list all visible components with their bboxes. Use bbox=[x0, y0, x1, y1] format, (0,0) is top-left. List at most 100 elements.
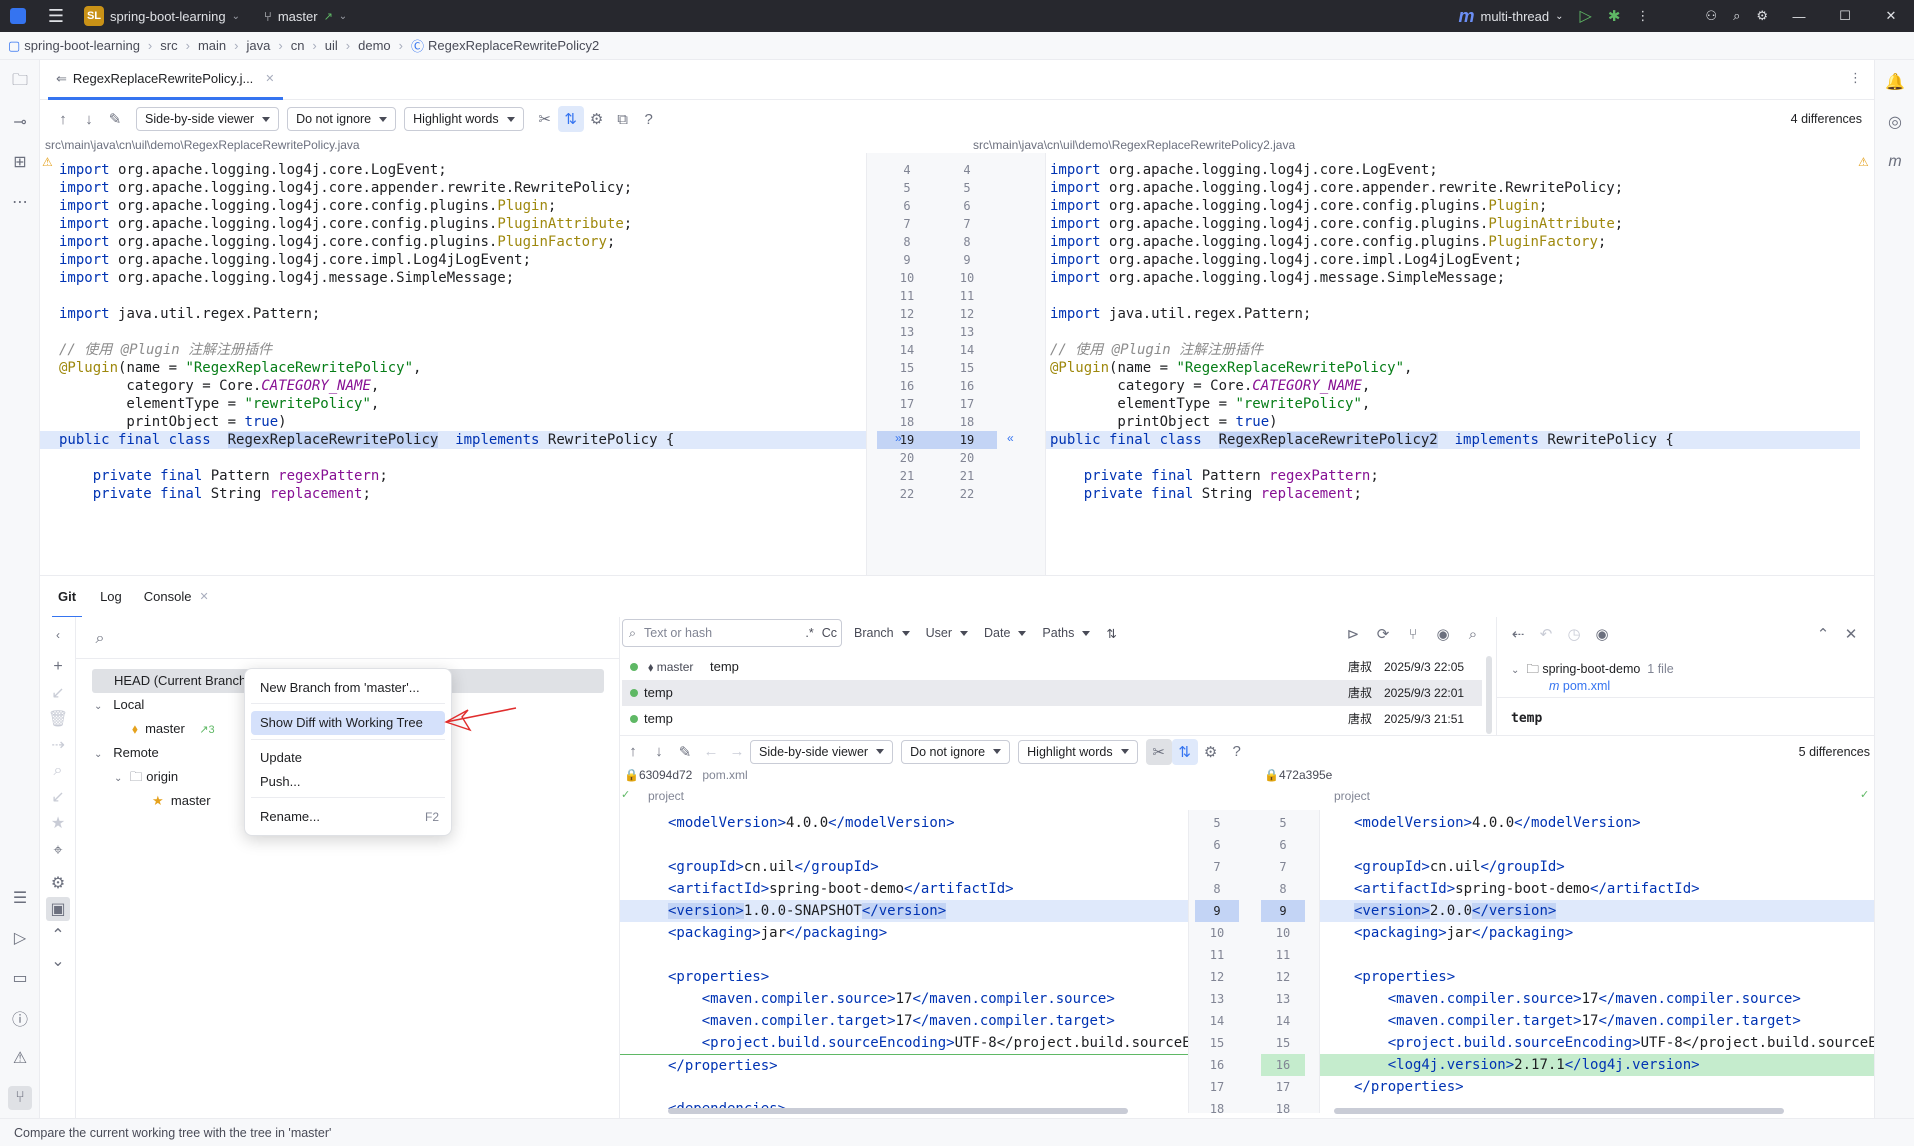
project-selector[interactable]: SL spring-boot-learning ⌄ bbox=[76, 0, 248, 32]
edit-source-icon[interactable]: ✎ bbox=[102, 106, 128, 132]
expand-all-icon[interactable]: ⌃ bbox=[46, 923, 70, 947]
menu-item-push[interactable]: Push... bbox=[251, 770, 445, 794]
log-search-input[interactable]: Text or hash bbox=[644, 626, 797, 640]
viewer-dropdown[interactable]: Side-by-side viewer bbox=[750, 739, 894, 764]
collapse-all-icon[interactable]: ⌄ bbox=[46, 949, 70, 973]
more-tools-icon[interactable]: ⋯ bbox=[8, 190, 32, 214]
commit-row[interactable]: temp 唐叔 2025/9/3 22:01 bbox=[622, 680, 1482, 706]
apply-left-arrow-icon[interactable]: » bbox=[895, 431, 902, 445]
filter-branch[interactable]: Branch bbox=[854, 621, 910, 645]
todo-icon[interactable]: ☰ bbox=[8, 886, 32, 910]
commit-row[interactable]: temp 唐叔 2025/9/3 21:51 bbox=[622, 706, 1482, 732]
search-input[interactable] bbox=[116, 625, 616, 649]
main-menu-icon[interactable]: ☰ bbox=[36, 0, 76, 32]
collapse-panel-icon[interactable]: ‹ bbox=[46, 623, 70, 647]
regex-toggle[interactable]: .* bbox=[805, 626, 813, 640]
remote-group[interactable]: ⌄ Remote bbox=[94, 741, 159, 765]
close-icon[interactable]: ✕ bbox=[1868, 0, 1914, 32]
horizontal-scrollbar[interactable] bbox=[668, 1108, 1128, 1114]
structure-icon[interactable]: ⊞ bbox=[8, 150, 32, 174]
services-icon[interactable]: ▷ bbox=[8, 926, 32, 950]
sync-scroll-icon[interactable]: ⇅ bbox=[557, 106, 584, 132]
minimize-icon[interactable]: — bbox=[1776, 0, 1822, 32]
merge-icon[interactable]: ⇢ bbox=[46, 733, 70, 757]
filter-paths[interactable]: Paths bbox=[1042, 621, 1091, 645]
next-diff-icon[interactable]: ↓ bbox=[646, 739, 672, 765]
maven-icon[interactable]: m bbox=[1883, 150, 1907, 174]
show-diff-icon[interactable]: ⇠ bbox=[1505, 621, 1531, 647]
diff-left-pane[interactable]: import org.apache.logging.log4j.core.Log… bbox=[40, 153, 866, 575]
highlight-dropdown[interactable]: Highlight words bbox=[404, 107, 524, 131]
graph-options-icon[interactable]: ⑂ bbox=[1400, 621, 1426, 647]
breadcrumb-item[interactable]: spring-boot-learning bbox=[24, 38, 140, 53]
apply-right-arrow-icon[interactable]: « bbox=[1007, 431, 1014, 445]
search-icon[interactable]: ⌕ bbox=[1460, 621, 1486, 647]
preview-eye-icon[interactable]: ◉ bbox=[1589, 621, 1615, 647]
group-icon[interactable]: ▣ bbox=[46, 897, 70, 921]
open-in-window-icon[interactable]: ⧉ bbox=[610, 106, 636, 132]
breadcrumb-item[interactable]: demo bbox=[358, 38, 391, 53]
terminal-icon[interactable]: ▭ bbox=[8, 966, 32, 990]
prev-diff-icon[interactable]: ↑ bbox=[620, 739, 646, 765]
prev-diff-icon[interactable]: ↑ bbox=[50, 106, 76, 132]
details-file-row[interactable]: m pom.xml bbox=[1549, 677, 1610, 695]
help-icon[interactable]: ? bbox=[636, 106, 662, 132]
run-config-selector[interactable]: m multi-thread ⌄ bbox=[1450, 0, 1571, 32]
bottom-diff-right-pane[interactable]: <modelVersion>4.0.0</modelVersion> <group… bbox=[1320, 810, 1874, 1113]
remote-master-row[interactable]: ★ master bbox=[152, 789, 211, 813]
problems-icon[interactable]: ⓘ bbox=[8, 1006, 32, 1030]
breadcrumb-item[interactable]: java bbox=[246, 38, 270, 53]
help-icon[interactable]: ? bbox=[1224, 739, 1250, 765]
checkout-icon[interactable]: ↙ bbox=[46, 681, 70, 705]
log-scrollbar[interactable] bbox=[1486, 656, 1492, 734]
back-icon[interactable]: ← bbox=[698, 739, 724, 765]
menu-item-new-branch[interactable]: New Branch from 'master'... bbox=[251, 676, 445, 700]
favorite-icon[interactable]: ★ bbox=[46, 811, 70, 835]
filter-user[interactable]: User bbox=[925, 621, 969, 645]
diff-settings-gear-icon[interactable]: ⚙ bbox=[584, 106, 610, 132]
ignore-dropdown[interactable]: Do not ignore bbox=[287, 107, 397, 131]
refresh-icon[interactable]: ⟳ bbox=[1370, 621, 1396, 647]
editor-tab[interactable]: ⇐ RegexReplaceRewritePolicy.j... ✕ bbox=[48, 60, 283, 100]
tab-log[interactable]: Log bbox=[100, 589, 122, 604]
search-icon[interactable]: ⌕ bbox=[1725, 0, 1748, 32]
collapse-unchanged-icon[interactable]: ✂ bbox=[532, 106, 558, 132]
origin-group[interactable]: ⌄ 🗀 origin bbox=[114, 765, 178, 789]
more-icon[interactable]: ⋮ bbox=[1628, 0, 1657, 32]
add-branch-icon[interactable]: + bbox=[46, 655, 70, 679]
collapse-unchanged-icon[interactable]: ✂ bbox=[1145, 738, 1172, 765]
log-search-box[interactable]: ⌕ Text or hash .* Cc bbox=[622, 619, 842, 647]
delete-icon[interactable]: 🗑 bbox=[46, 707, 70, 731]
diff-settings-gear-icon[interactable]: ⚙ bbox=[1198, 739, 1224, 765]
search-icon[interactable]: ⌕ bbox=[88, 627, 112, 651]
debug-icon[interactable]: ✱ bbox=[1600, 0, 1629, 32]
tab-options-icon[interactable]: ⋮ bbox=[1849, 70, 1862, 86]
close-tab-icon[interactable]: ✕ bbox=[199, 590, 208, 603]
highlight-dropdown[interactable]: Highlight words bbox=[1018, 739, 1138, 764]
breadcrumb-item[interactable]: main bbox=[198, 38, 226, 53]
breadcrumb-item[interactable]: src bbox=[160, 38, 177, 53]
bottom-diff-left-pane[interactable]: <modelVersion>4.0.0</modelVersion> <group… bbox=[620, 810, 1188, 1113]
tab-git[interactable]: Git bbox=[52, 576, 83, 618]
menu-item-show-diff[interactable]: Show Diff with Working Tree bbox=[251, 711, 445, 735]
branch-master-row[interactable]: ⬧ master ↗3 bbox=[132, 717, 215, 741]
sync-scroll-icon[interactable]: ⇅ bbox=[1171, 738, 1198, 765]
project-folder-icon[interactable]: 🗀 bbox=[8, 70, 32, 94]
breadcrumb-item[interactable]: uil bbox=[325, 38, 338, 53]
breadcrumb-item[interactable]: RegexReplaceRewritePolicy2 bbox=[428, 38, 599, 53]
view-options-icon[interactable]: ◉ bbox=[1430, 621, 1456, 647]
horizontal-scrollbar[interactable] bbox=[1334, 1108, 1784, 1114]
settings-gear-icon[interactable]: ⚙ bbox=[1748, 0, 1776, 32]
menu-item-rename[interactable]: Rename... bbox=[251, 805, 445, 829]
branch-selector[interactable]: ⑂ master ↗ ⌄ bbox=[256, 0, 355, 32]
commit-row[interactable]: ⬧ master temp 唐叔 2025/9/3 22:05 bbox=[622, 654, 1482, 680]
forward-icon[interactable]: → bbox=[724, 739, 750, 765]
sort-icon[interactable]: ⇅ bbox=[1106, 626, 1116, 641]
menu-item-update[interactable]: Update bbox=[251, 746, 445, 770]
maximize-icon[interactable]: ☐ bbox=[1822, 0, 1868, 32]
notifications-bell-icon[interactable]: 🔔 bbox=[1883, 70, 1907, 94]
update-icon[interactable]: ↙ bbox=[46, 785, 70, 809]
edit-source-icon[interactable]: ✎ bbox=[672, 739, 698, 765]
ai-assistant-icon[interactable]: ◎ bbox=[1883, 110, 1907, 134]
ignore-dropdown[interactable]: Do not ignore bbox=[901, 739, 1011, 764]
